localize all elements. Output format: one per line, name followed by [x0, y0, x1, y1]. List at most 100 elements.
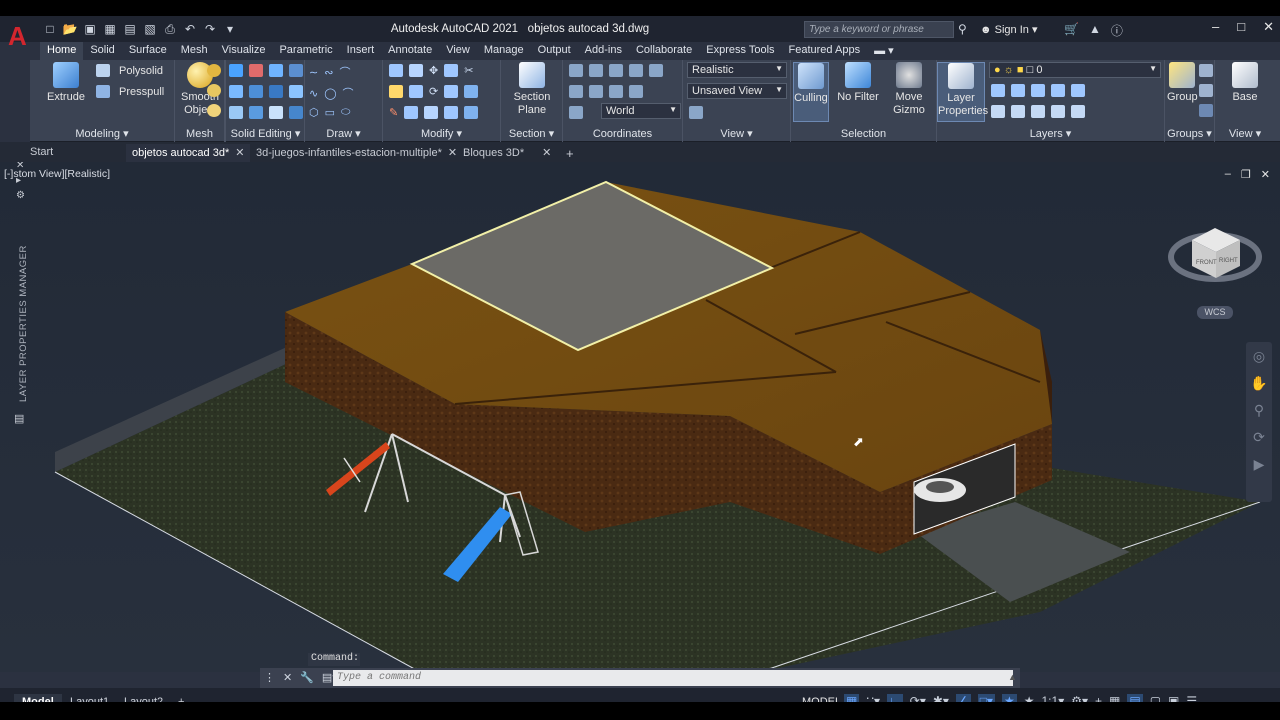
- ucs-view-icon[interactable]: [569, 106, 583, 119]
- cart-icon[interactable]: 🛒: [1064, 22, 1079, 39]
- file-tab-start[interactable]: Start: [24, 144, 59, 162]
- orbit-icon[interactable]: ⟳: [1246, 429, 1272, 446]
- tab-output[interactable]: Output: [531, 42, 578, 60]
- ucs-zaxis-icon[interactable]: [589, 85, 603, 98]
- tab-solid[interactable]: Solid: [83, 42, 121, 60]
- subtract-icon[interactable]: [249, 64, 263, 77]
- maximize-icon[interactable]: □: [1237, 19, 1245, 35]
- scale-icon[interactable]: [424, 106, 439, 119]
- ellipse-arc-icon[interactable]: ⌒: [343, 85, 354, 101]
- ucs-3point-icon[interactable]: [609, 85, 623, 98]
- circle-icon[interactable]: ◯: [324, 87, 336, 100]
- group-selection-icon[interactable]: [1199, 104, 1213, 117]
- close-icon[interactable]: ✕: [1263, 19, 1274, 35]
- presspull-button[interactable]: Presspull: [96, 85, 164, 98]
- help-icon[interactable]: ⓘ: [1111, 22, 1123, 39]
- 3d-rotate-icon[interactable]: [409, 85, 423, 98]
- layer-unlock-icon[interactable]: [1071, 105, 1085, 118]
- fillet-icon[interactable]: [389, 85, 403, 98]
- autodesk-app-icon[interactable]: ▲: [1089, 22, 1101, 39]
- group-edit-icon[interactable]: [1199, 84, 1213, 97]
- ungroup-icon[interactable]: [1199, 64, 1213, 77]
- no-filter-button[interactable]: No Filter: [835, 62, 881, 104]
- tab-surface[interactable]: Surface: [122, 42, 174, 60]
- panel-title-solid-editing[interactable]: Solid Editing ▾: [227, 127, 304, 140]
- panel-title-coordinates[interactable]: Coordinates: [563, 128, 682, 140]
- search-icon[interactable]: ⚲: [958, 22, 967, 36]
- viewcube[interactable]: [1168, 228, 1262, 282]
- extrude-faces-icon[interactable]: [289, 85, 303, 98]
- close-tab-icon[interactable]: ✕: [235, 147, 244, 159]
- union-icon[interactable]: [229, 64, 243, 77]
- panel-title-modify[interactable]: Modify ▾: [383, 127, 500, 140]
- viewport-minimize-icon[interactable]: –: [1225, 168, 1231, 181]
- new-tab-button[interactable]: +: [560, 144, 580, 162]
- ellipse-icon[interactable]: ⬭: [341, 106, 350, 119]
- tab-featured-apps[interactable]: Featured Apps: [782, 42, 868, 60]
- layer-make-current-icon[interactable]: [991, 105, 1005, 118]
- ucs-previous-icon[interactable]: [609, 64, 623, 77]
- panel-title-view-base[interactable]: View ▾: [1215, 127, 1275, 140]
- minimize-icon[interactable]: –: [1212, 19, 1219, 35]
- tab-view[interactable]: View: [439, 42, 477, 60]
- erase-icon[interactable]: ✎: [389, 106, 398, 119]
- showmotion-icon[interactable]: ▶: [1246, 456, 1272, 473]
- section-plane-button[interactable]: Section Plane: [507, 62, 557, 117]
- ucs-world-icon[interactable]: [589, 64, 603, 77]
- tab-add-ins[interactable]: Add-ins: [578, 42, 629, 60]
- mirror-icon[interactable]: [389, 64, 403, 77]
- tab-manage[interactable]: Manage: [477, 42, 531, 60]
- layer-properties-palette-tab[interactable]: LAYER PROPERTIES MANAGER: [18, 245, 29, 402]
- model-scene[interactable]: FRONT RIGHT: [0, 162, 1280, 672]
- palette-settings-icon[interactable]: ⚙: [16, 190, 25, 201]
- panel-title-section[interactable]: Section ▾: [501, 127, 562, 140]
- polyline-icon[interactable]: ∾: [324, 66, 333, 79]
- search-input[interactable]: Type a keyword or phrase: [804, 21, 954, 38]
- move-gizmo-button[interactable]: Move Gizmo: [887, 62, 931, 117]
- stretch-icon[interactable]: [444, 85, 459, 98]
- named-view-dropdown[interactable]: Unsaved View ▼: [687, 83, 787, 99]
- tab-visualize[interactable]: Visualize: [215, 42, 273, 60]
- sign-in-button[interactable]: ☻ Sign In ▾: [980, 23, 1037, 36]
- mesh-refine-icon[interactable]: [207, 104, 221, 117]
- panel-title-groups[interactable]: Groups ▾: [1165, 127, 1214, 140]
- shell-icon[interactable]: [269, 106, 283, 119]
- mesh-smooth-more-icon[interactable]: [207, 64, 221, 77]
- panel-title-modeling[interactable]: Modeling ▾: [30, 127, 174, 140]
- offset-icon[interactable]: [444, 106, 459, 119]
- layer-unisolate-icon[interactable]: [1031, 105, 1045, 118]
- pan-icon[interactable]: ✋: [1246, 375, 1272, 392]
- rectangle-icon[interactable]: ▭: [325, 106, 335, 119]
- offset-edge-icon[interactable]: [289, 106, 303, 119]
- tab-annotate[interactable]: Annotate: [381, 42, 439, 60]
- panel-title-layers[interactable]: Layers ▾: [937, 127, 1164, 140]
- trim-icon[interactable]: ✂: [464, 64, 473, 77]
- close-tab-icon[interactable]: ✕: [448, 147, 457, 159]
- 3d-move-icon[interactable]: [409, 64, 423, 77]
- zoom-icon[interactable]: ⚲: [1246, 402, 1272, 419]
- ribbon-toggle-icon[interactable]: ▬ ▾: [867, 42, 901, 60]
- visual-style-dropdown[interactable]: Realistic ▼: [687, 62, 787, 78]
- file-tab-bloques[interactable]: Bloques 3D* ✕: [457, 144, 557, 162]
- group-button[interactable]: Group: [1167, 62, 1198, 104]
- close-tab-icon[interactable]: ✕: [542, 147, 551, 159]
- palette-icon[interactable]: ▤: [14, 412, 24, 425]
- ucs-x-icon[interactable]: [629, 85, 643, 98]
- layer-freeze-icon[interactable]: [1031, 84, 1045, 97]
- viewport-close-icon[interactable]: ✕: [1261, 168, 1270, 181]
- tab-insert[interactable]: Insert: [340, 42, 382, 60]
- array-icon[interactable]: [444, 64, 459, 77]
- fillet-edge-icon[interactable]: [249, 106, 263, 119]
- tab-parametric[interactable]: Parametric: [272, 42, 339, 60]
- culling-button[interactable]: Culling: [793, 62, 829, 122]
- interfere-icon[interactable]: [289, 64, 303, 77]
- palette-autohide-icon[interactable]: ▸: [16, 175, 25, 186]
- polygon-icon[interactable]: ⬡: [309, 106, 319, 119]
- layer-on-icon[interactable]: [1011, 105, 1025, 118]
- separate-icon[interactable]: [229, 106, 243, 119]
- move-icon[interactable]: ✥: [429, 64, 438, 77]
- layer-properties-button[interactable]: Layer Properties: [937, 62, 988, 122]
- command-history-toggle-icon[interactable]: ▲: [1008, 672, 1017, 682]
- spline-icon[interactable]: ∿: [309, 87, 318, 100]
- ucs-dropdown[interactable]: World ▼: [601, 103, 681, 119]
